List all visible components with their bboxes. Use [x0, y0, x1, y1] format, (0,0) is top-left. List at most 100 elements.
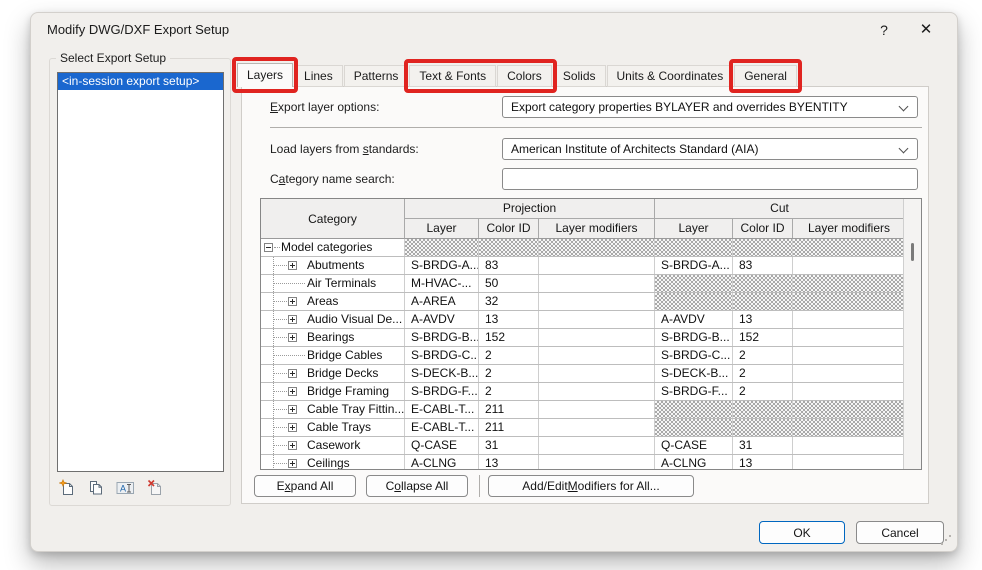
- cell-c-mod[interactable]: [793, 437, 903, 454]
- cancel-button[interactable]: Cancel: [856, 521, 944, 544]
- cell-c-layer[interactable]: Q-CASE: [655, 437, 733, 454]
- cell-p-layer[interactable]: S-BRDG-F...: [405, 383, 479, 400]
- cell-p-color[interactable]: 83: [479, 257, 539, 274]
- table-row-bridge-decks[interactable]: Bridge Decks S-DECK-B... 2 S-DECK-B... 2: [261, 365, 921, 383]
- resize-grip[interactable]: [941, 535, 951, 545]
- cell-p-mod[interactable]: [539, 257, 655, 274]
- cell-c-layer[interactable]: S-BRDG-B...: [655, 329, 733, 346]
- cell-p-mod[interactable]: [539, 275, 655, 292]
- cell-p-layer[interactable]: A-AREA: [405, 293, 479, 310]
- cell-p-color[interactable]: 211: [479, 401, 539, 418]
- table-row-audio-visual-de[interactable]: Audio Visual De... A-AVDV 13 A-AVDV 13: [261, 311, 921, 329]
- cell-p-mod[interactable]: [539, 293, 655, 310]
- tab-lines[interactable]: Lines: [294, 65, 343, 87]
- expand-toggle-icon[interactable]: [288, 423, 297, 432]
- cell-p-mod[interactable]: [539, 455, 655, 469]
- cell-p-mod[interactable]: [539, 365, 655, 382]
- cell-p-layer[interactable]: E-CABL-T...: [405, 401, 479, 418]
- cell-c-color[interactable]: 2: [733, 383, 793, 400]
- cell-p-layer[interactable]: Q-CASE: [405, 437, 479, 454]
- export-setup-list[interactable]: <in-session export setup>: [57, 72, 224, 472]
- table-row-cable-trays[interactable]: Cable Trays E-CABL-T... 211: [261, 419, 921, 437]
- scrollbar-thumb[interactable]: [911, 243, 914, 261]
- new-export-setup-button[interactable]: [58, 479, 76, 497]
- expand-all-button[interactable]: Ex pand All: [254, 475, 356, 497]
- tab-colors[interactable]: Colors: [497, 65, 552, 87]
- expand-toggle-icon[interactable]: [288, 261, 297, 270]
- cell-p-layer[interactable]: S-BRDG-C...: [405, 347, 479, 364]
- cell-p-layer[interactable]: E-CABL-T...: [405, 419, 479, 436]
- collapse-all-button[interactable]: Co llapse All: [366, 475, 468, 497]
- cell-c-mod[interactable]: [793, 383, 903, 400]
- cell-p-color[interactable]: 2: [479, 383, 539, 400]
- cell-c-layer[interactable]: A-AVDV: [655, 311, 733, 328]
- load-layers-standards-select[interactable]: American Institute of Architects Standar…: [502, 138, 918, 160]
- table-row-cable-tray-fittin[interactable]: Cable Tray Fittin... E-CABL-T... 211: [261, 401, 921, 419]
- table-row-bridge-framing[interactable]: Bridge Framing S-BRDG-F... 2 S-BRDG-F... 2: [261, 383, 921, 401]
- cell-p-layer[interactable]: A-CLNG: [405, 455, 479, 469]
- cell-p-color[interactable]: 50: [479, 275, 539, 292]
- cell-c-layer[interactable]: S-BRDG-A...: [655, 257, 733, 274]
- close-button[interactable]: ✕: [911, 16, 941, 44]
- cell-p-mod[interactable]: [539, 329, 655, 346]
- tab-solids[interactable]: Solids: [552, 65, 606, 87]
- cell-p-layer[interactable]: M-HVAC-...: [405, 275, 479, 292]
- collapse-toggle-icon[interactable]: [264, 243, 273, 252]
- add-edit-modifiers-button[interactable]: Add/Edit Modifiers for All...: [488, 475, 694, 497]
- tab-general[interactable]: General: [734, 65, 797, 87]
- cell-p-layer[interactable]: A-AVDV: [405, 311, 479, 328]
- cell-p-layer[interactable]: S-BRDG-B...: [405, 329, 479, 346]
- category-name-search-input[interactable]: [502, 168, 918, 190]
- expand-toggle-icon[interactable]: [288, 441, 297, 450]
- table-row-ceilings[interactable]: Ceilings A-CLNG 13 A-CLNG 13: [261, 455, 921, 469]
- cell-p-color[interactable]: 2: [479, 365, 539, 382]
- cell-c-layer[interactable]: S-BRDG-C...: [655, 347, 733, 364]
- expand-toggle-icon[interactable]: [288, 459, 297, 468]
- cell-p-color[interactable]: 32: [479, 293, 539, 310]
- tab-text-fonts[interactable]: Text & Fonts: [409, 65, 497, 87]
- expand-toggle-icon[interactable]: [288, 315, 297, 324]
- cell-p-color[interactable]: 13: [479, 311, 539, 328]
- cell-c-color[interactable]: 13: [733, 311, 793, 328]
- cell-c-mod[interactable]: [793, 365, 903, 382]
- expand-toggle-icon[interactable]: [288, 387, 297, 396]
- cell-p-mod[interactable]: [539, 383, 655, 400]
- cell-p-color[interactable]: 211: [479, 419, 539, 436]
- cell-p-layer[interactable]: S-BRDG-A...: [405, 257, 479, 274]
- cell-c-layer[interactable]: A-CLNG: [655, 455, 733, 469]
- tab-patterns[interactable]: Patterns: [343, 65, 409, 87]
- cell-c-color[interactable]: 31: [733, 437, 793, 454]
- delete-export-setup-button[interactable]: [146, 479, 164, 497]
- table-row-bearings[interactable]: Bearings S-BRDG-B... 152 S-BRDG-B... 152: [261, 329, 921, 347]
- table-row-casework[interactable]: Casework Q-CASE 31 Q-CASE 31: [261, 437, 921, 455]
- cell-c-mod[interactable]: [793, 347, 903, 364]
- expand-toggle-icon[interactable]: [288, 333, 297, 342]
- table-row-abutments[interactable]: Abutments S-BRDG-A... 83 S-BRDG-A... 83: [261, 257, 921, 275]
- cell-p-mod[interactable]: [539, 401, 655, 418]
- cell-p-mod[interactable]: [539, 347, 655, 364]
- cell-c-layer[interactable]: S-DECK-B...: [655, 365, 733, 382]
- cell-c-mod[interactable]: [793, 455, 903, 469]
- expand-toggle-icon[interactable]: [288, 297, 297, 306]
- table-row-air-terminals[interactable]: Air Terminals M-HVAC-... 50: [261, 275, 921, 293]
- tab-units-coordinates[interactable]: Units & Coordinates: [606, 65, 734, 87]
- table-row-bridge-cables[interactable]: Bridge Cables S-BRDG-C... 2 S-BRDG-C... 2: [261, 347, 921, 365]
- table-row-model-categories[interactable]: Model categories: [261, 239, 921, 257]
- cell-p-layer[interactable]: S-DECK-B...: [405, 365, 479, 382]
- cell-c-color[interactable]: 2: [733, 365, 793, 382]
- expand-toggle-icon[interactable]: [288, 405, 297, 414]
- cell-c-layer[interactable]: S-BRDG-F...: [655, 383, 733, 400]
- cell-c-color[interactable]: 13: [733, 455, 793, 469]
- ok-button[interactable]: OK: [759, 521, 845, 544]
- cell-p-color[interactable]: 13: [479, 455, 539, 469]
- cell-c-mod[interactable]: [793, 311, 903, 328]
- cell-p-mod[interactable]: [539, 437, 655, 454]
- tab-layers[interactable]: Layers: [237, 63, 294, 87]
- cell-p-color[interactable]: 2: [479, 347, 539, 364]
- rename-export-setup-button[interactable]: A: [116, 479, 135, 497]
- help-button[interactable]: ?: [869, 16, 899, 44]
- cell-c-color[interactable]: 2: [733, 347, 793, 364]
- table-row-areas[interactable]: Areas A-AREA 32: [261, 293, 921, 311]
- list-item-in-session-export-setup[interactable]: <in-session export setup>: [58, 73, 223, 90]
- cell-p-mod[interactable]: [539, 311, 655, 328]
